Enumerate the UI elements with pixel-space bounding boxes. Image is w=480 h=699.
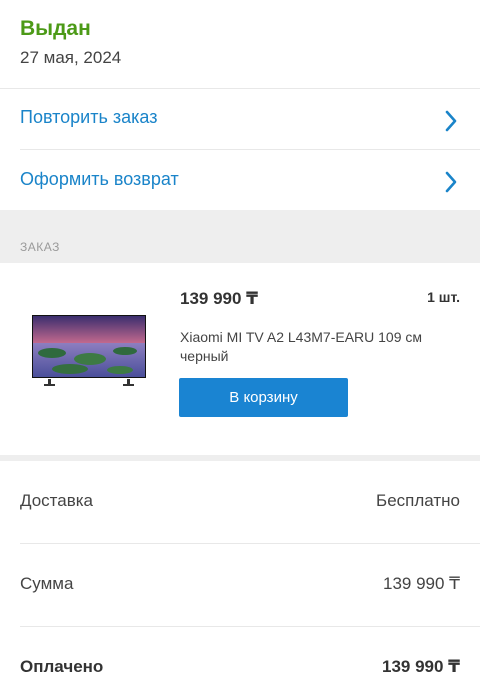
sum-value: 139 990 ₸ [383,574,460,593]
add-to-cart-button[interactable]: В корзину [179,378,348,417]
chevron-right-icon [445,171,457,193]
paid-label: Оплачено [20,657,104,676]
item-name[interactable]: Xiaomi MI TV A2 L43M7-EARU 109 см черный [180,328,430,366]
return-order-row[interactable]: Оформить возврат [0,150,480,211]
sum-row: Сумма 139 990 ₸ [0,544,480,627]
paid-value: 139 990 ₸ [381,657,460,676]
item-price: 139 990 ₸ [180,289,259,308]
repeat-order-label: Повторить заказ [20,107,158,127]
order-status-title: Выдан [20,17,91,40]
return-order-label: Оформить возврат [20,169,179,189]
repeat-order-row[interactable]: Повторить заказ [0,89,480,150]
order-item-card: 139 990 ₸ 1 шт. Xiaomi MI TV A2 L43M7-EA… [0,263,480,455]
sum-label: Сумма [20,574,74,593]
item-quantity: 1 шт. [427,289,460,305]
delivery-value: Бесплатно [376,491,460,510]
delivery-label: Доставка [20,491,94,510]
order-status-date: 27 мая, 2024 [20,48,122,67]
order-section-label: ЗАКАЗ [20,240,60,254]
chevron-right-icon [445,110,457,132]
section-band [0,210,480,263]
tv-product-image[interactable] [30,313,148,387]
paid-row: Оплачено 139 990 ₸ [0,627,480,699]
order-status-block: Выдан 27 мая, 2024 [0,0,480,88]
delivery-row: Доставка Бесплатно [0,461,480,544]
